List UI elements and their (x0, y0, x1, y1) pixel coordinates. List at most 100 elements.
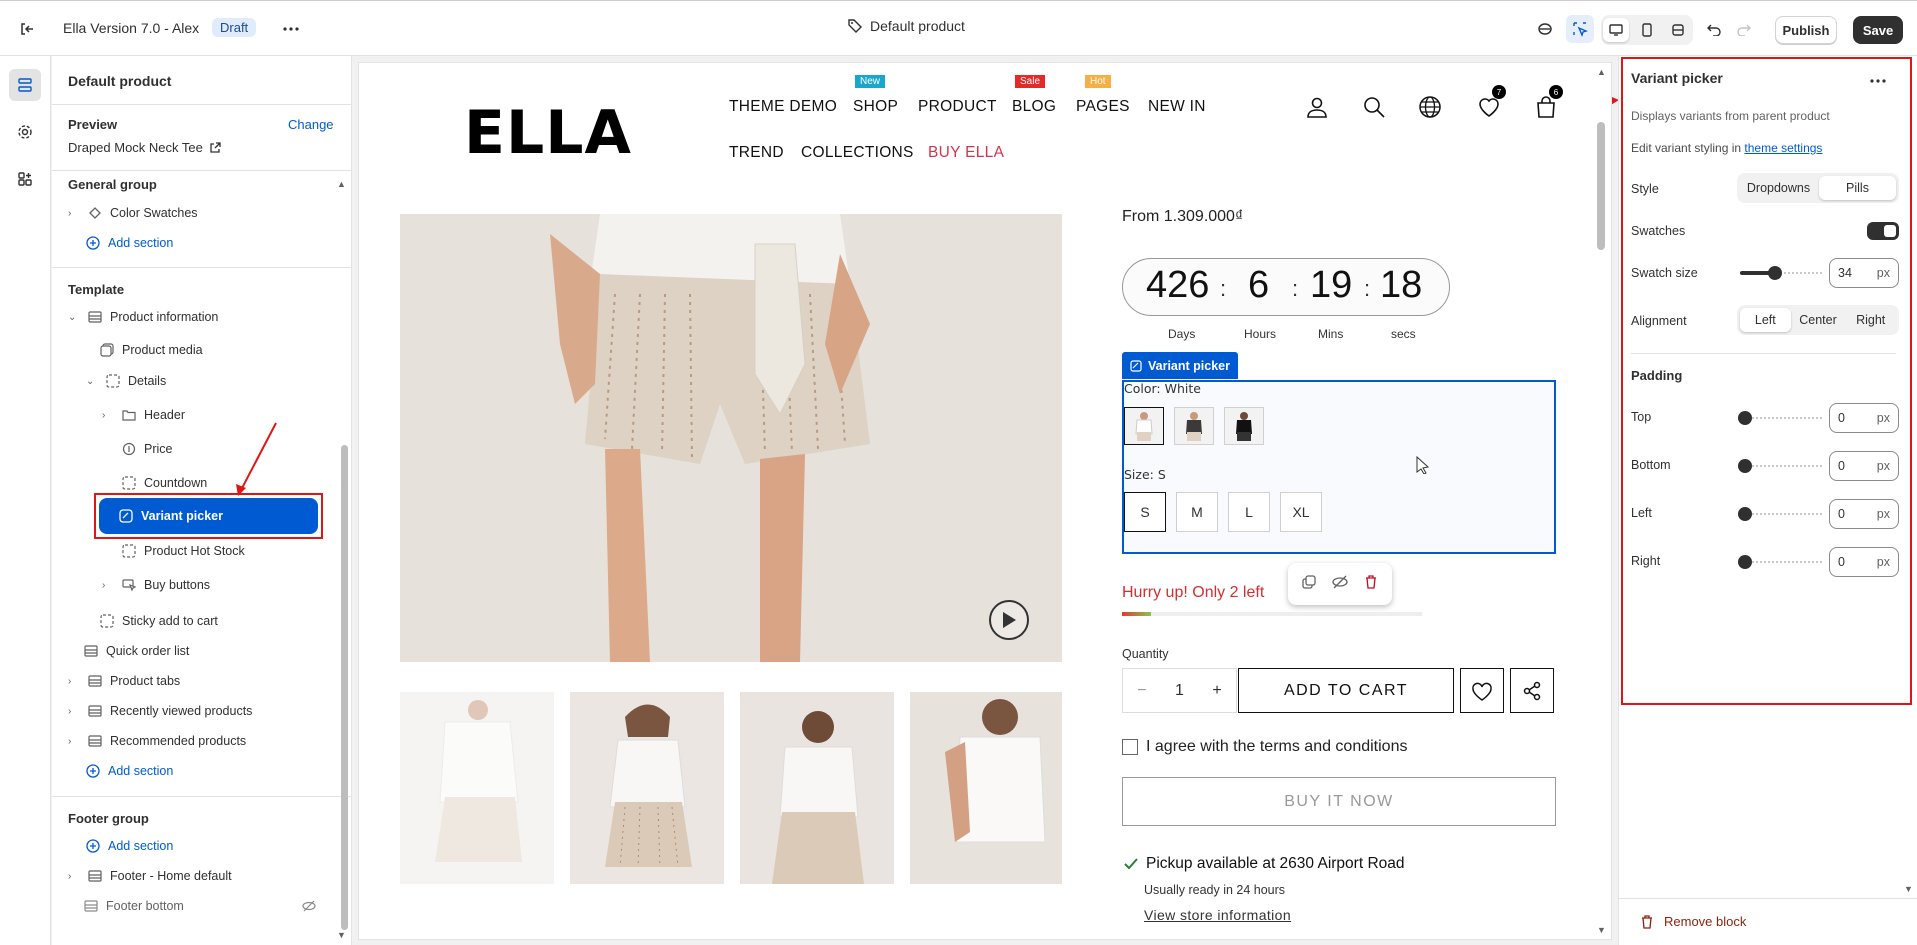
size-option-l[interactable]: L (1228, 492, 1270, 532)
padding-left-knob[interactable] (1738, 507, 1752, 521)
tree-item-product-media[interactable]: Product media (100, 337, 203, 363)
style-option-dropdowns[interactable]: Dropdowns (1740, 176, 1817, 200)
size-option-m[interactable]: M (1176, 492, 1218, 532)
alignment-center[interactable]: Center (1793, 308, 1844, 332)
nav-new-in[interactable]: NEW IN (1148, 98, 1206, 116)
settings-gear-icon[interactable] (11, 118, 39, 146)
chevron-right-icon[interactable]: › (68, 208, 80, 219)
redo-icon[interactable] (1730, 15, 1758, 43)
add-section-footer[interactable]: Add section (86, 833, 173, 859)
add-section-general[interactable]: Add section (86, 230, 173, 256)
nav-product[interactable]: PRODUCT (918, 98, 997, 116)
tree-item-recommended[interactable]: › Recommended products (68, 728, 246, 754)
tree-item-header[interactable]: › Header (102, 402, 185, 428)
hide-eye-icon[interactable] (1332, 575, 1348, 594)
padding-top-input[interactable]: 0 px (1829, 403, 1899, 433)
chevron-down-icon[interactable]: ⌄ (86, 376, 98, 387)
color-swatch-2[interactable] (1174, 407, 1214, 445)
nav-trend[interactable]: TREND (729, 144, 784, 162)
scroll-up-icon[interactable]: ▲ (337, 179, 346, 189)
padding-left-slider[interactable] (1745, 513, 1822, 515)
tree-item-recently-viewed[interactable]: › Recently viewed products (68, 698, 252, 724)
canvas-scroll-down-icon[interactable]: ▼ (1597, 925, 1606, 935)
more-icon[interactable] (277, 15, 305, 43)
padding-top-slider[interactable] (1745, 417, 1822, 419)
swatch-size-knob[interactable] (1768, 266, 1782, 280)
padding-bottom-knob[interactable] (1738, 459, 1752, 473)
swatches-toggle[interactable] (1867, 222, 1899, 240)
size-option-s[interactable]: S (1124, 492, 1166, 532)
delete-trash-icon[interactable] (1364, 574, 1378, 594)
chevron-right-icon[interactable]: › (68, 871, 80, 882)
tree-item-quick-order-list[interactable]: Quick order list (84, 638, 189, 664)
scroll-down-icon[interactable]: ▼ (337, 930, 346, 940)
product-thumbnail[interactable] (400, 692, 554, 884)
tree-item-details[interactable]: ⌄ Details (86, 368, 166, 394)
nav-buy-ella[interactable]: BUY ELLA (928, 144, 1004, 162)
nav-collections[interactable]: COLLECTIONS (801, 144, 914, 162)
globe-icon[interactable] (1415, 92, 1445, 122)
search-icon[interactable] (1359, 92, 1389, 122)
sections-icon[interactable] (9, 69, 41, 101)
apps-icon[interactable] (11, 165, 39, 193)
account-icon[interactable] (1302, 92, 1332, 122)
publish-button[interactable]: Publish (1775, 16, 1837, 44)
exit-icon[interactable] (13, 15, 41, 43)
terms-checkbox-row[interactable]: I agree with the terms and conditions (1122, 738, 1407, 756)
canvas-scrollbar[interactable] (1597, 122, 1605, 250)
size-option-xl[interactable]: XL (1280, 492, 1322, 532)
padding-right-slider[interactable] (1745, 561, 1822, 563)
tree-item-footer-bottom[interactable]: Footer bottom (84, 893, 184, 919)
product-main-image[interactable] (400, 214, 1062, 662)
nav-pages[interactable]: PAGES (1076, 98, 1130, 116)
change-preview-link[interactable]: Change (288, 117, 334, 132)
tree-item-buy-buttons[interactable]: › Buy buttons (102, 572, 210, 598)
style-option-pills[interactable]: Pills (1819, 176, 1896, 200)
plus-icon[interactable]: + (1212, 682, 1221, 700)
alignment-left[interactable]: Left (1740, 308, 1791, 332)
more-options-icon[interactable] (1870, 70, 1886, 88)
product-thumbnail[interactable] (910, 692, 1062, 884)
nav-blog[interactable]: BLOG (1012, 98, 1056, 116)
tree-item-variant-picker[interactable]: Variant picker (99, 498, 318, 534)
chevron-right-icon[interactable]: › (68, 676, 80, 687)
tree-item-price[interactable]: Price (122, 436, 172, 462)
color-swatch-white[interactable] (1124, 407, 1164, 445)
undo-icon[interactable] (1700, 15, 1728, 43)
product-thumbnail[interactable] (570, 692, 724, 884)
desktop-icon[interactable] (1603, 18, 1630, 42)
chevron-right-icon[interactable]: › (68, 736, 80, 747)
remove-block-button[interactable]: Remove block (1640, 914, 1746, 929)
page-selector[interactable]: Default product (848, 18, 965, 34)
tree-item-color-swatches[interactable]: › Color Swatches (68, 200, 198, 226)
add-to-cart-button[interactable]: ADD TO CART (1238, 668, 1454, 713)
chevron-down-icon[interactable]: ⌄ (68, 312, 80, 323)
left-scrollbar[interactable] (341, 445, 348, 930)
tree-item-footer-home[interactable]: › Footer - Home default (68, 863, 232, 889)
inspector-icon[interactable] (1566, 15, 1594, 43)
tree-item-sticky-add-to-cart[interactable]: Sticky add to cart (100, 608, 218, 634)
mobile-icon[interactable] (1634, 18, 1660, 42)
padding-bottom-input[interactable]: 0 px (1829, 451, 1899, 481)
nav-theme-demo[interactable]: THEME DEMO (729, 98, 837, 116)
canvas-scroll-up-icon[interactable]: ▲ (1597, 67, 1606, 77)
padding-bottom-slider[interactable] (1745, 465, 1822, 467)
share-button[interactable] (1510, 668, 1554, 713)
nav-shop[interactable]: SHOP (853, 98, 898, 116)
tree-item-product-tabs[interactable]: › Product tabs (68, 668, 180, 694)
product-thumbnail[interactable] (740, 692, 894, 884)
duplicate-icon[interactable] (1302, 574, 1316, 594)
ai-icon[interactable] (1531, 15, 1559, 43)
play-video-icon[interactable] (989, 600, 1029, 640)
settings-scroll-down-icon[interactable]: ▼ (1904, 884, 1913, 894)
add-section-template[interactable]: Add section (86, 758, 173, 784)
padding-right-input[interactable]: 0 px (1829, 547, 1899, 577)
minus-icon[interactable]: − (1137, 682, 1146, 700)
color-swatch-3[interactable] (1224, 407, 1264, 445)
terms-checkbox[interactable] (1122, 739, 1138, 755)
quantity-value[interactable]: 1 (1175, 682, 1184, 700)
variant-picker-tag[interactable]: Variant picker (1122, 352, 1238, 379)
chevron-right-icon[interactable]: › (102, 410, 114, 421)
tree-item-product-hot-stock[interactable]: Product Hot Stock (122, 538, 245, 564)
fullscreen-icon[interactable] (1665, 18, 1691, 42)
